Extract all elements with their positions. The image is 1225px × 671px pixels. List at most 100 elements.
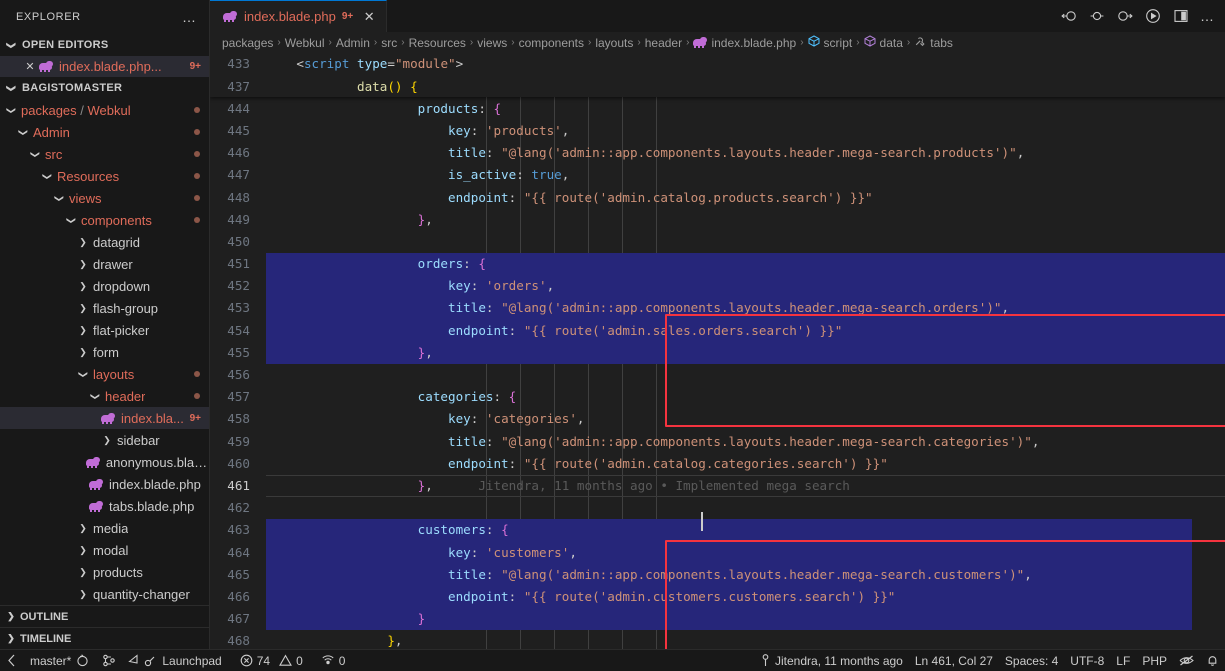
launchpad[interactable]: Launchpad	[122, 650, 227, 671]
code-editor[interactable]: 442443 tabs: {444 products: {445 key: 'p…	[210, 52, 1225, 650]
chevron-down-icon	[40, 171, 54, 182]
tree-folder-item[interactable]: packages / Webkul	[0, 99, 209, 121]
code-line[interactable]: 459 title: "@lang('admin::app.components…	[210, 430, 1225, 452]
remote-indicator[interactable]	[0, 650, 24, 671]
tree-folder-item[interactable]: sidebar	[0, 429, 209, 451]
code-line[interactable]: 450	[210, 230, 1225, 252]
indentation[interactable]: Spaces: 4	[999, 650, 1064, 671]
code-line[interactable]: 462	[210, 497, 1225, 519]
merge-right-icon[interactable]	[1116, 8, 1134, 24]
tree-folder-item[interactable]: drawer	[0, 253, 209, 275]
section-workspace-label: BAGISTOMASTER	[22, 82, 123, 95]
tree-folder-item[interactable]: form	[0, 341, 209, 363]
tree-folder-item[interactable]: Resources	[0, 165, 209, 187]
tree-item-label: tabs.blade.php	[109, 498, 195, 514]
chevron-down-icon	[16, 127, 30, 138]
line-content: endpoint: "{{ route('admin.catalog.categ…	[447, 455, 888, 471]
tree-file-item[interactable]: index.blade.php	[0, 473, 209, 495]
sticky-scroll-header[interactable]: 433 <script type="module"> 437 data() {	[210, 52, 1225, 98]
line-number: 447	[227, 167, 250, 183]
tree-folder-item[interactable]: src	[0, 143, 209, 165]
tab-close-icon[interactable]: ✕	[362, 9, 376, 25]
source-control-graph-icon[interactable]	[96, 650, 122, 671]
tree-folder-item[interactable]: quantity-changer	[0, 583, 209, 605]
sticky-code-line[interactable]: 437 data() {	[210, 75, 1225, 97]
section-outline[interactable]: OUTLINE	[0, 605, 209, 627]
breadcrumb-item[interactable]: data	[864, 35, 903, 50]
split-editor-icon[interactable]	[1172, 8, 1190, 24]
status-bar: master* Launchpad 74 0 0 Jitendra, 11 mo…	[0, 649, 1225, 671]
breadcrumb-label: index.blade.php	[711, 35, 797, 50]
tree-folder-item[interactable]: products	[0, 561, 209, 583]
tree-item-label: packages / Webkul	[21, 102, 131, 118]
code-line[interactable]: 461 }, Jitendra, 11 months ago • Impleme…	[210, 474, 1225, 496]
tree-folder-item[interactable]: Admin	[0, 121, 209, 143]
breadcrumb-item[interactable]: layouts	[595, 36, 633, 50]
breadcrumb-item[interactable]: views	[477, 36, 507, 50]
open-editor-item[interactable]: ✕ index.blade.php... 9+	[0, 55, 209, 78]
breadcrumb-item[interactable]: packages	[222, 36, 273, 50]
open-editor-label: index.blade.php...	[59, 59, 162, 75]
chevron-down-icon	[52, 193, 66, 204]
code-line[interactable]: 446 title: "@lang('admin::app.components…	[210, 142, 1225, 164]
cursor-position[interactable]: Ln 461, Col 27	[909, 650, 999, 671]
code-line[interactable]: 456	[210, 363, 1225, 385]
code-line[interactable]: 449 },	[210, 208, 1225, 230]
explorer-more-actions-icon[interactable]: …	[182, 10, 197, 24]
merge-base-icon[interactable]	[1088, 8, 1106, 24]
chevron-down-icon	[4, 83, 18, 94]
section-open-editors[interactable]: OPEN EDITORS	[0, 34, 209, 56]
code-lines[interactable]: 442443 tabs: {444 products: {445 key: 'p…	[210, 53, 1225, 649]
section-timeline[interactable]: TIMELINE	[0, 627, 209, 649]
tree-folder-item[interactable]: dropdown	[0, 275, 209, 297]
breadcrumb-item[interactable]: Webkul	[285, 36, 325, 50]
breadcrumb-item[interactable]: tabs	[914, 35, 953, 50]
tree-folder-item[interactable]: flash-group	[0, 297, 209, 319]
encoding[interactable]: UTF-8	[1064, 650, 1110, 671]
code-line[interactable]: 445 key: 'products',	[210, 119, 1225, 141]
code-line[interactable]: 457 categories: {	[210, 386, 1225, 408]
git-blame[interactable]: Jitendra, 11 months ago	[754, 650, 909, 671]
code-line[interactable]: 448 endpoint: "{{ route('admin.catalog.p…	[210, 186, 1225, 208]
tree-folder-item[interactable]: header	[0, 385, 209, 407]
tree-folder-item[interactable]: flat-picker	[0, 319, 209, 341]
code-line[interactable]: 447 is_active: true,	[210, 164, 1225, 186]
breadcrumb-item[interactable]: index.blade.php	[693, 36, 796, 50]
run-and-debug-icon[interactable]	[1144, 8, 1162, 24]
breadcrumb-label: src	[381, 35, 398, 50]
breadcrumb-item[interactable]: header	[645, 36, 682, 50]
breadcrumb-item[interactable]: script	[808, 35, 852, 50]
tree-folder-item[interactable]: modal	[0, 539, 209, 561]
tree-folder-item[interactable]: components	[0, 209, 209, 231]
code-line[interactable]: 460 endpoint: "{{ route('admin.catalog.c…	[210, 452, 1225, 474]
sticky-code-line[interactable]: 433 <script type="module">	[210, 53, 1225, 75]
breadcrumb-label: Admin	[335, 35, 370, 50]
tree-folder-item[interactable]: layouts	[0, 363, 209, 385]
tree-file-item[interactable]: anonymous.blad...	[0, 451, 209, 473]
tree-folder-item[interactable]: media	[0, 517, 209, 539]
errors-and-warnings[interactable]: 74 0	[228, 650, 309, 671]
breadcrumb-item[interactable]: Admin	[336, 36, 370, 50]
merge-left-icon[interactable]	[1060, 8, 1078, 24]
code-line[interactable]: 468 },	[210, 630, 1225, 649]
ports-forwarded[interactable]: 0	[309, 650, 352, 671]
screencast-mode-icon[interactable]	[1173, 650, 1200, 671]
more-actions-icon[interactable]: …	[1200, 9, 1215, 23]
breadcrumb-item[interactable]: src	[381, 36, 397, 50]
tree-file-item[interactable]: tabs.blade.php	[0, 495, 209, 517]
tree-folder-item[interactable]: datagrid	[0, 231, 209, 253]
breadcrumb-item[interactable]: components	[519, 36, 584, 50]
language-mode[interactable]: PHP	[1136, 650, 1173, 671]
close-icon[interactable]: ✕	[22, 60, 38, 73]
notifications-bell-icon[interactable]	[1200, 650, 1225, 671]
breadcrumb-item[interactable]: Resources	[409, 36, 466, 50]
tree-file-item[interactable]: index.bla... 9+	[0, 407, 209, 429]
section-workspace[interactable]: BAGISTOMASTER	[0, 77, 209, 99]
code-line[interactable]: 458 key: 'categories',	[210, 408, 1225, 430]
php-file-icon	[85, 456, 101, 469]
tree-folder-item[interactable]: views	[0, 187, 209, 209]
code-line[interactable]: 444 products: {	[210, 97, 1225, 119]
tab-index-blade-php[interactable]: index.blade.php 9+ ✕	[210, 0, 388, 33]
source-control-branch[interactable]: master*	[24, 650, 96, 671]
eol[interactable]: LF	[1110, 650, 1136, 671]
